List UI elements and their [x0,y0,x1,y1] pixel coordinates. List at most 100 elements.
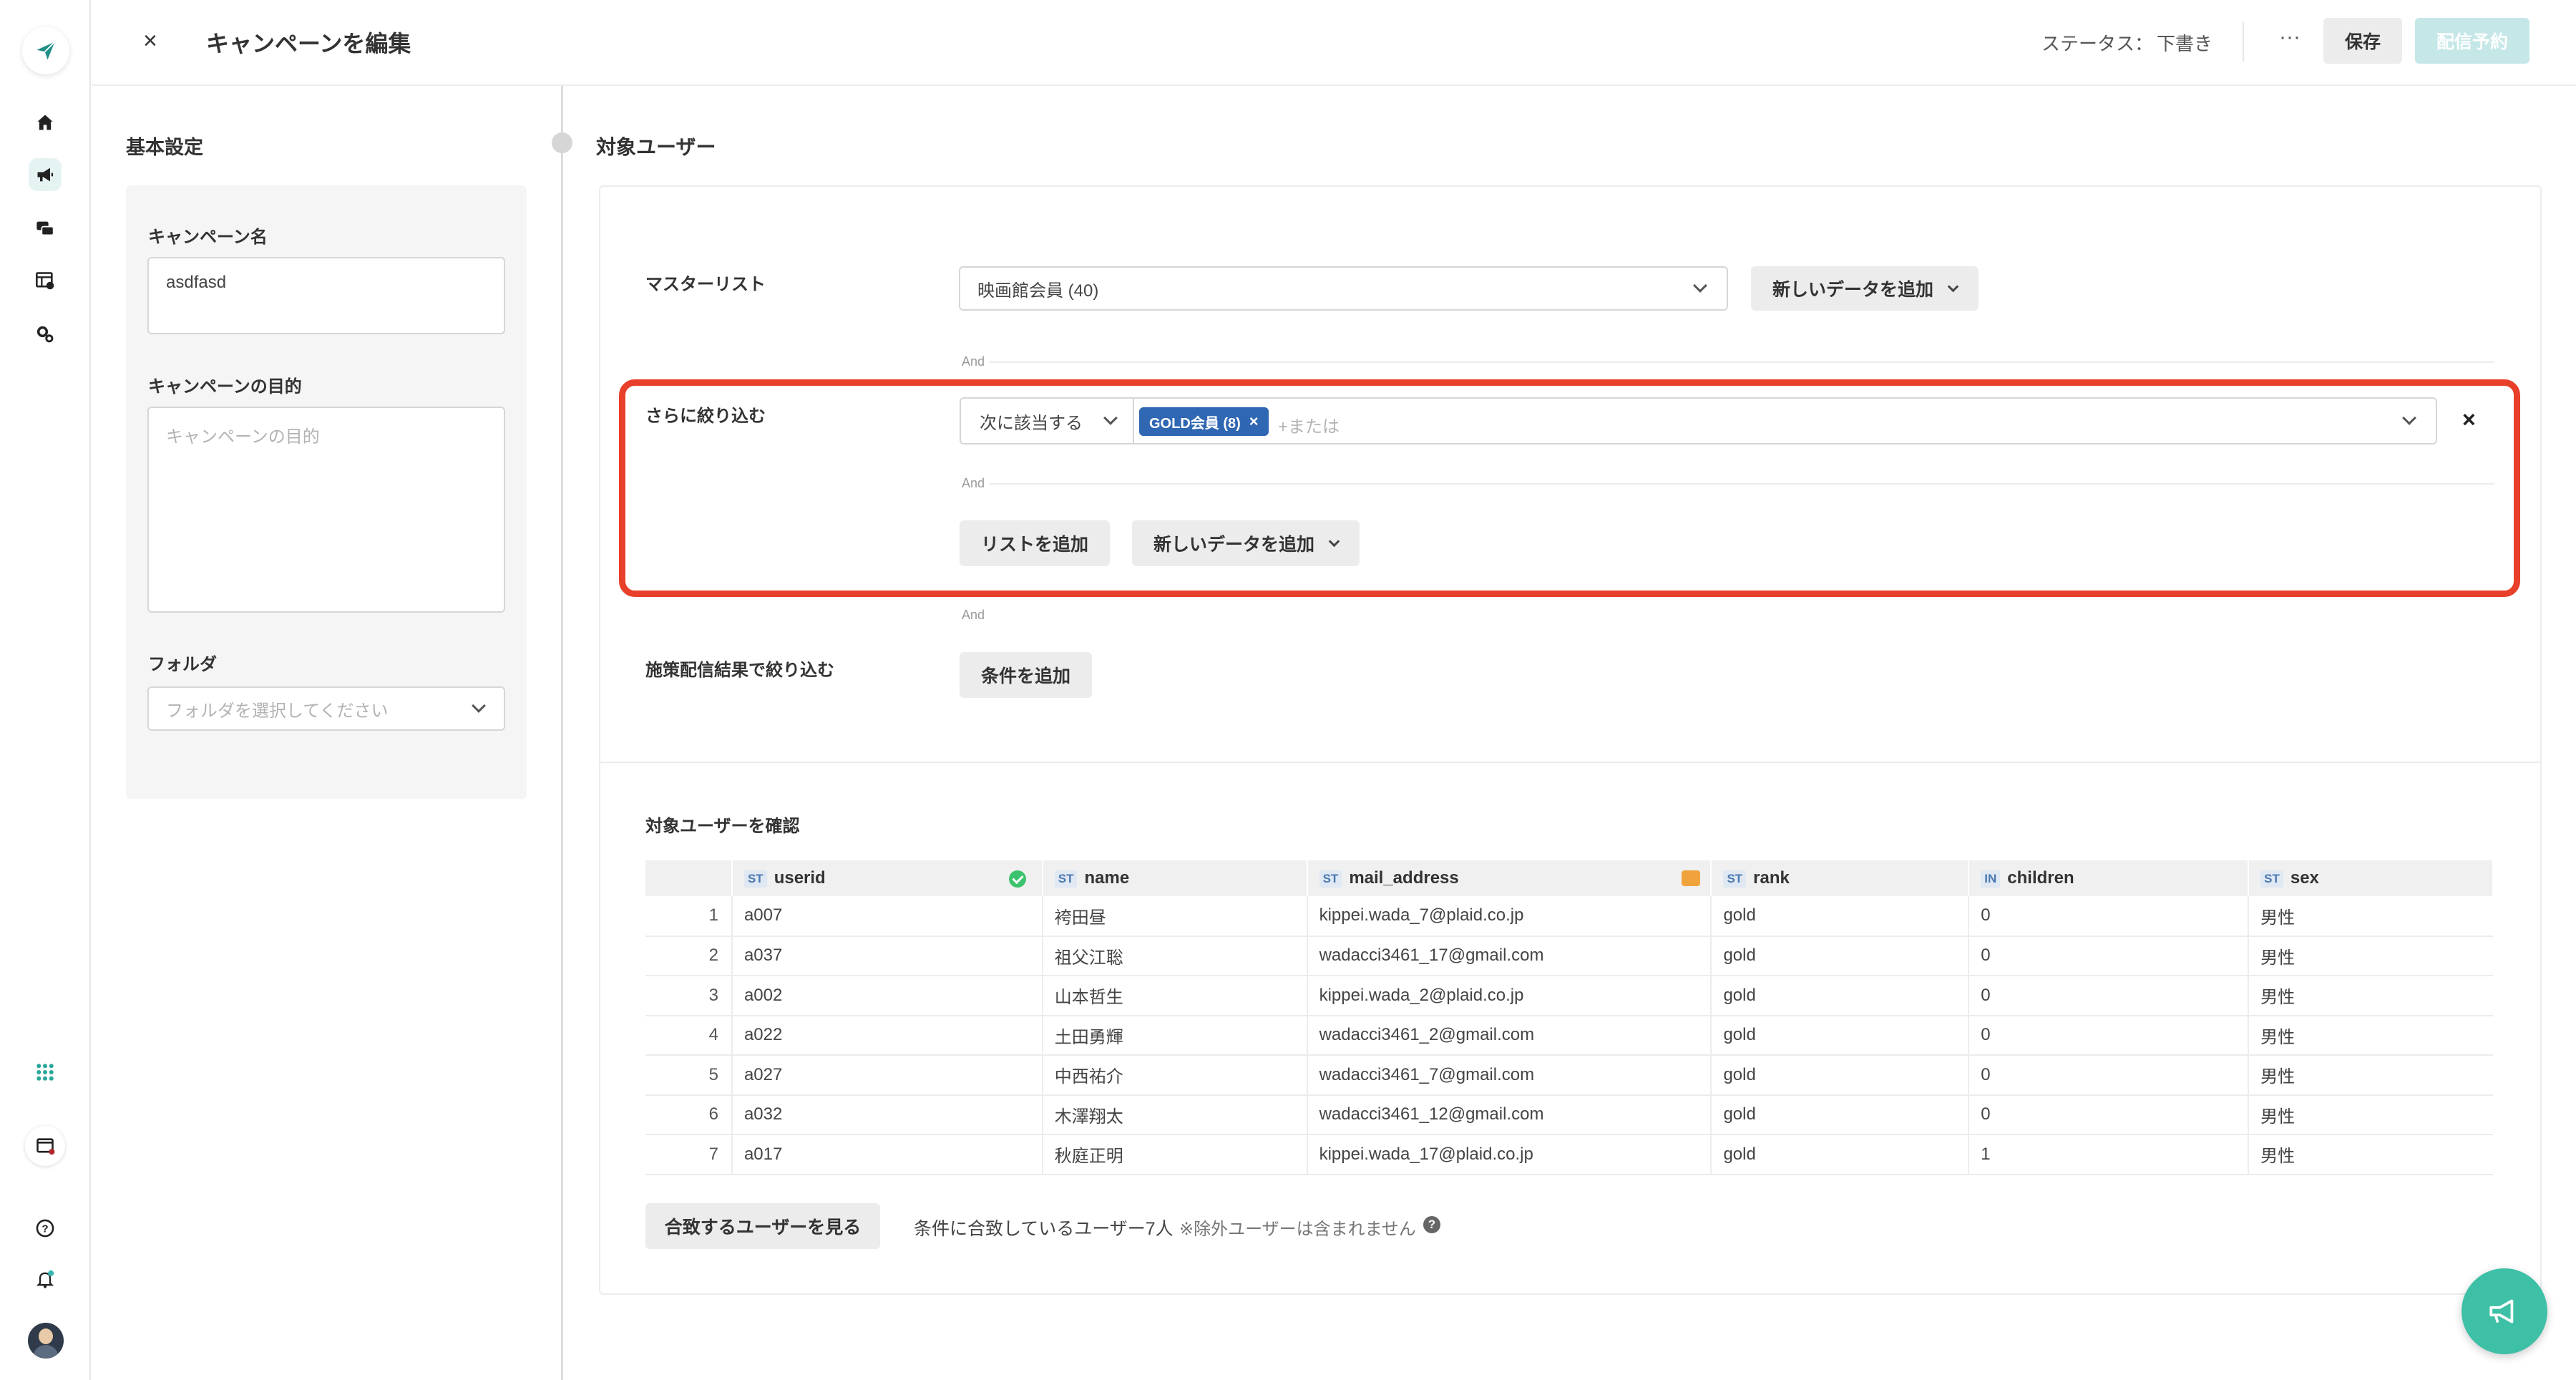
cell-children: 0 [1968,896,2250,937]
check-circle-icon [1008,870,1026,888]
cell-name: 土田勇輝 [1042,1015,1308,1056]
settings-icon[interactable] [29,318,62,351]
column-header[interactable]: ST userid [731,860,1043,896]
cell-children: 0 [1968,1055,2250,1096]
column-type-badge: ST [743,870,767,888]
column-header[interactable]: ST sex [2248,860,2494,896]
master-list-value: 映画館会員 (40) [977,281,1099,301]
add-condition-label: 条件を追加 [981,666,1071,686]
apps-grid-icon[interactable] [29,1056,62,1089]
cell-name: 秋庭正明 [1042,1134,1308,1175]
home-icon[interactable] [29,106,62,139]
folder-label: フォルダ [148,655,217,674]
megaphone-icon [2489,1299,2514,1323]
cell-sex: 男性 [2248,1134,2493,1175]
column-header[interactable]: IN children [1968,860,2250,896]
chevron-down-icon [472,699,486,713]
column-header[interactable]: ST rank [1711,860,1970,896]
table-row: 5 a027 中西祐介 wadacci3461_7@gmail.com gold… [645,1055,2493,1096]
table-row: 6 a032 木澤翔太 wadacci3461_12@gmail.com gol… [645,1094,2493,1135]
add-new-data-label: 新しいデータを追加 [1772,280,1934,300]
column-type-badge: IN [1981,870,2001,888]
section-divider [600,762,2540,763]
basic-settings-title: 基本設定 [126,137,203,158]
help-icon[interactable]: ? [1423,1216,1440,1233]
avatar[interactable] [28,1323,64,1359]
cell-children: 0 [1968,936,2250,976]
table-icon[interactable] [29,264,62,297]
column-name: mail_address [1349,868,1459,888]
cell-userid: a007 [731,896,1043,937]
row-index: 2 [645,936,733,976]
cell-mail: wadacci3461_7@gmail.com [1307,1055,1712,1096]
cell-mail: wadacci3461_17@gmail.com [1307,936,1712,976]
cell-mail: wadacci3461_2@gmail.com [1307,1015,1712,1056]
announcement-fab-button[interactable] [2462,1268,2547,1354]
master-list-select[interactable]: 映画館会員 (40) [959,266,1728,311]
status-label: ステータス： [2041,33,2154,54]
table-row: 2 a037 祖父江聡 wadacci3461_17@gmail.com gol… [645,936,2493,976]
mail-icon [1682,870,1701,886]
add-new-data-button[interactable]: 新しいデータを追加 [1751,266,1979,311]
target-users-table: ST userid ST name ST mail_address ST rank IN… [645,860,2494,1175]
cell-userid: a022 [731,1015,1043,1056]
cell-name: 中西祐介 [1042,1055,1308,1096]
megaphone-icon[interactable] [29,158,62,191]
chevron-down-icon [1947,281,1959,292]
message-icon[interactable] [29,212,62,245]
cell-sex: 男性 [2248,896,2493,937]
cell-name: 山本哲生 [1042,976,1308,1016]
send-logo-icon[interactable] [22,27,69,74]
row-index: 3 [645,976,733,1016]
campaign-name-value: asdfasd [166,273,227,292]
cell-userid: a032 [731,1094,1043,1135]
campaign-purpose-label: キャンペーンの目的 [148,377,302,397]
matching-users-count: 条件に合致しているユーザー7人 [914,1219,1174,1239]
campaign-purpose-placeholder: キャンペーンの目的 [166,427,320,447]
cell-rank: gold [1711,1015,1970,1056]
schedule-button[interactable]: 配信予約 [2415,18,2529,64]
highlight-box [619,379,2520,597]
campaign-name-input[interactable]: asdfasd [147,257,505,334]
add-condition-button[interactable]: 条件を追加 [960,652,1093,698]
column-type-badge: ST [1723,870,1747,888]
save-button[interactable]: 保存 [2323,18,2402,64]
window-icon[interactable] [25,1126,65,1166]
and-label: And [962,354,985,369]
more-options-button[interactable]: ··· [2275,21,2304,59]
timeline-dot [552,132,572,153]
cell-rank: gold [1711,1134,1970,1175]
column-name: rank [1753,868,1790,888]
campaign-purpose-textarea[interactable]: キャンペーンの目的 [147,407,505,613]
row-index: 4 [645,1015,733,1056]
folder-select[interactable]: フォルダを選択してください [147,686,505,731]
table-row: 1 a007 袴田昼 kippei.wada_7@plaid.co.jp gol… [645,896,2493,937]
cell-sex: 男性 [2248,936,2493,976]
campaign-name-label: キャンペーン名 [148,228,268,247]
row-index: 6 [645,1094,733,1135]
svg-text:?: ? [42,1223,48,1235]
cell-children: 1 [1968,1134,2250,1175]
column-name: sex [2290,868,2319,888]
table-header-row: ST userid ST name ST mail_address ST rank IN… [645,860,2494,896]
cell-sex: 男性 [2248,1015,2493,1056]
bell-icon[interactable] [29,1263,62,1296]
view-matching-users-button[interactable]: 合致するユーザーを見る [645,1203,880,1249]
left-nav-rail: ? [0,0,91,1380]
cell-name: 祖父江聡 [1042,936,1308,976]
folder-placeholder: フォルダを選択してください [166,701,389,721]
excluded-users-note: ※除外ユーザーは含まれません [1179,1220,1416,1239]
cell-children: 0 [1968,1094,2250,1135]
column-name: name [1084,868,1130,888]
row-index: 5 [645,1055,733,1096]
table-row: 3 a002 山本哲生 kippei.wada_2@plaid.co.jp go… [645,976,2493,1016]
column-header[interactable]: ST name [1042,860,1308,896]
master-list-label: マスターリスト [645,275,766,294]
table-row: 4 a022 土田勇輝 wadacci3461_2@gmail.com gold… [645,1015,2493,1056]
help-icon[interactable]: ? [29,1212,62,1245]
row-index: 1 [645,896,733,937]
cell-rank: gold [1711,976,1970,1016]
close-icon[interactable]: × [143,27,157,55]
column-header[interactable]: ST mail_address [1307,860,1712,896]
confirm-users-title: 対象ユーザーを確認 [645,817,800,836]
